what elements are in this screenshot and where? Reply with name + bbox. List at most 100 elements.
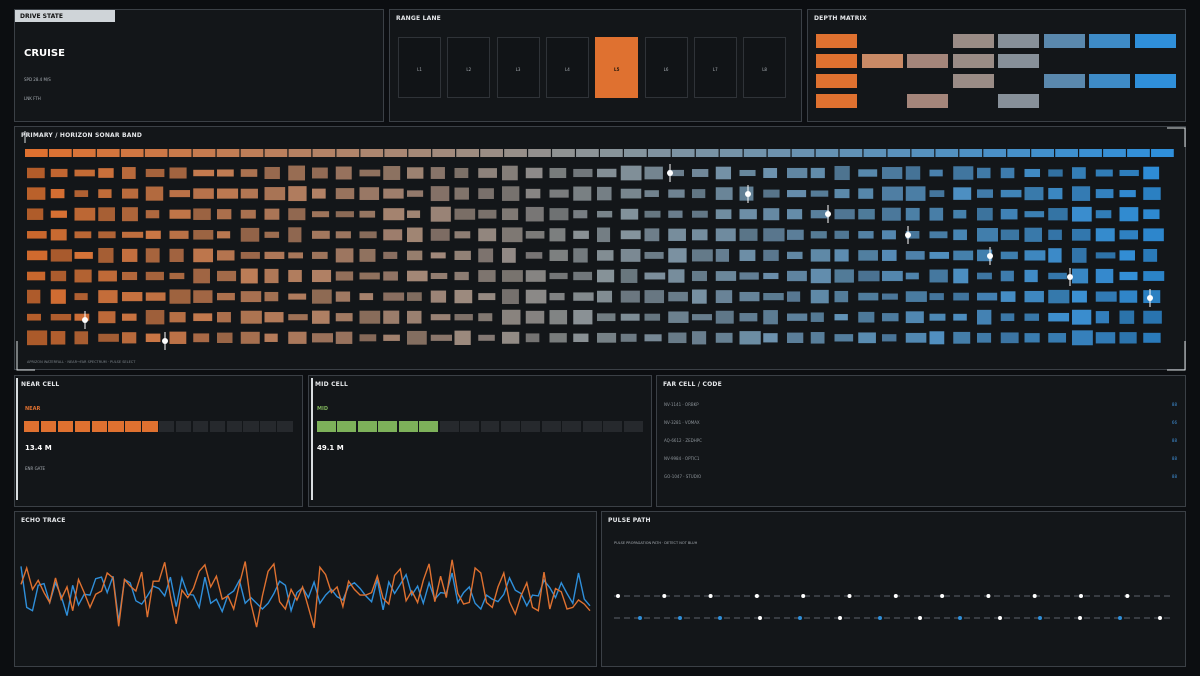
range-lane-1[interactable]: L1	[398, 37, 441, 98]
sonar-marker-dot[interactable]	[82, 317, 88, 323]
pulse-node[interactable]	[1079, 594, 1083, 598]
sonar-cell	[525, 333, 540, 343]
pulse-node[interactable]	[678, 616, 682, 620]
far-code-value: 88	[1171, 474, 1177, 479]
sonar-cell	[359, 248, 376, 262]
far-code-row[interactable]: NV-9984 · OPTIC1 88	[664, 454, 1177, 462]
sonar-marker-dot[interactable]	[745, 191, 751, 197]
sonar-cell	[454, 167, 469, 179]
pulse-node[interactable]	[616, 594, 620, 598]
far-code-row[interactable]: GO-1047 · STUDIO 88	[664, 472, 1177, 480]
pulse-node[interactable]	[1032, 594, 1037, 598]
pulse-node[interactable]	[662, 594, 667, 598]
sonar-marker-dot[interactable]	[162, 338, 168, 344]
pulse-node[interactable]	[1118, 616, 1122, 620]
sonar-cell	[1072, 309, 1092, 325]
sonar-cell	[193, 208, 211, 220]
pulse-node[interactable]	[986, 594, 991, 598]
pulse-node[interactable]	[708, 594, 713, 598]
sonar-cell	[502, 165, 518, 181]
pulse-node[interactable]	[958, 616, 962, 620]
pulse-node[interactable]	[638, 616, 642, 620]
sonar-marker-dot[interactable]	[905, 232, 911, 238]
sonar-marker-dot[interactable]	[1147, 295, 1153, 301]
sonar-cell	[335, 331, 353, 344]
sonar-top-band-cell	[72, 149, 96, 157]
pulse-node[interactable]	[918, 616, 922, 620]
pulse-node[interactable]	[878, 616, 882, 620]
pulse-node[interactable]	[847, 594, 852, 598]
sonar-cell	[217, 292, 235, 301]
range-lane-3[interactable]: L3	[496, 37, 540, 98]
sonar-marker-dot[interactable]	[987, 253, 993, 259]
pulse-node[interactable]	[1078, 616, 1082, 620]
range-lane-label: L1	[417, 67, 422, 72]
depth-cell	[952, 54, 994, 68]
sonar-cell	[620, 313, 640, 321]
sonar-cell	[668, 228, 686, 241]
sonar-cell	[1000, 270, 1014, 282]
sonar-cell	[1000, 313, 1015, 322]
sonar-cell	[549, 189, 569, 198]
sonar-cell	[1095, 252, 1116, 259]
sonar-cell	[122, 332, 137, 344]
sonar-cell	[407, 310, 422, 324]
sonar-cell	[1119, 230, 1139, 240]
pulse-node[interactable]	[940, 594, 945, 598]
sonar-top-band-cell	[288, 149, 312, 157]
pulse-node[interactable]	[798, 616, 802, 620]
sonar-cell	[98, 311, 116, 324]
range-lane-6[interactable]: L6	[644, 37, 688, 98]
sonar-top-band-cell	[168, 149, 192, 157]
far-code-row[interactable]: AQ-6612 · ZEDHPC 88	[664, 436, 1177, 444]
sonar-cell	[502, 289, 519, 305]
sonar-marker-dot[interactable]	[825, 211, 831, 217]
sonar-cell	[312, 289, 332, 304]
range-lane-8[interactable]: L8	[743, 37, 787, 98]
range-lane-5[interactable]: L5	[595, 37, 639, 98]
pulse-node[interactable]	[838, 616, 842, 620]
far-code-row[interactable]: NV-3281 · VOMAX 66	[664, 418, 1177, 426]
pulse-node[interactable]	[758, 616, 762, 620]
level-segment	[500, 421, 520, 432]
pulse-node[interactable]	[1038, 616, 1042, 620]
sonar-cell	[312, 251, 328, 259]
sonar-top-band-cell	[25, 149, 48, 157]
sonar-top-band-cell	[264, 149, 288, 157]
sonar-cell	[715, 166, 732, 180]
level-segment	[175, 421, 192, 432]
level-segment	[226, 421, 242, 432]
sonar-marker-dot[interactable]	[667, 170, 673, 176]
pulse-node[interactable]	[1158, 616, 1162, 620]
pulse-node[interactable]	[801, 594, 806, 598]
pulse-node[interactable]	[893, 594, 898, 598]
sonar-cell	[597, 168, 617, 178]
range-lane-7[interactable]: L7	[693, 37, 737, 98]
sonar-cell	[1143, 187, 1161, 200]
sonar-cell	[597, 210, 613, 218]
sonar-cell	[359, 210, 376, 218]
sonar-cell	[1000, 229, 1020, 241]
sonar-cell	[668, 189, 685, 198]
sonar-cell	[620, 188, 642, 199]
pulse-node[interactable]	[1125, 594, 1130, 598]
pulse-node[interactable]	[998, 616, 1002, 620]
sonar-cell	[1072, 248, 1087, 263]
sonar-cell	[98, 333, 119, 342]
pulse-node[interactable]	[718, 616, 722, 620]
sonar-marker-dot[interactable]	[1067, 274, 1073, 280]
sonar-cell	[478, 188, 494, 199]
sonar-cell	[193, 169, 215, 177]
sonar-cell	[169, 167, 187, 179]
sonar-cell	[882, 186, 903, 201]
pulse-node[interactable]	[754, 594, 759, 598]
level-segment	[209, 421, 225, 432]
far-code-row[interactable]: NV-1141 · ORBKP 88	[664, 400, 1177, 408]
sonar-cell	[27, 289, 41, 304]
sonar-top-band-cell	[48, 149, 72, 157]
level-segment	[277, 421, 293, 432]
range-lane-4[interactable]: L4	[545, 37, 589, 98]
range-lane-2[interactable]: L2	[447, 37, 491, 98]
sonar-cell	[1000, 251, 1018, 260]
sonar-cell	[335, 166, 352, 180]
